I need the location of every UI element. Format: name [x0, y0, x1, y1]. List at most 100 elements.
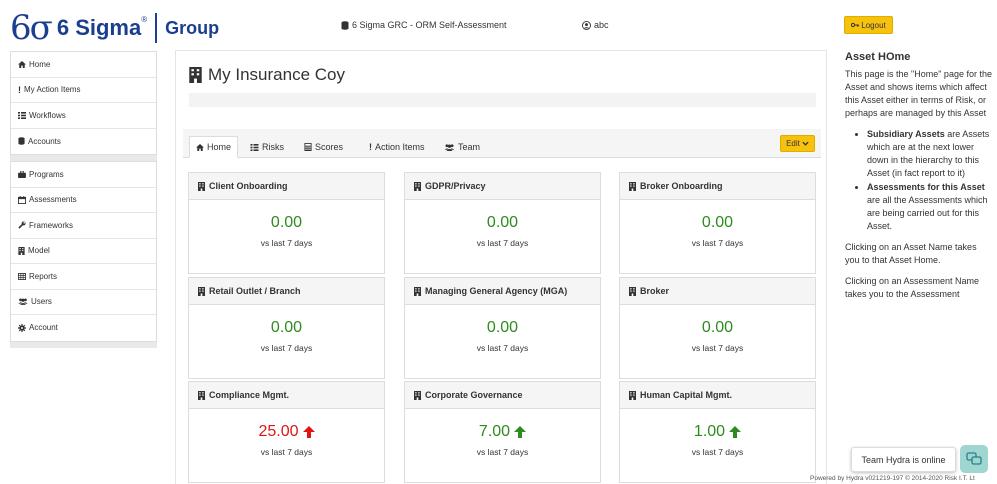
tab-home[interactable]: Home: [189, 136, 239, 158]
asset-card-broker[interactable]: Broker 0.00 vs last 7 days: [619, 277, 816, 379]
chat-launcher-button[interactable]: [960, 445, 988, 473]
table-icon: [18, 272, 26, 280]
building-icon: [198, 286, 205, 296]
user-menu[interactable]: abc: [582, 20, 609, 30]
sidebar-item-reports[interactable]: Reports: [11, 264, 156, 290]
sidebar-item-my-action-items[interactable]: ! My Action Items: [11, 78, 156, 103]
sidebar-group-main: Home ! My Action Items Workflows Account…: [10, 51, 157, 155]
arrow-up-icon: [729, 426, 742, 438]
database-icon: [341, 20, 349, 30]
building-icon: [198, 181, 205, 191]
card-header: Managing General Agency (MGA): [405, 278, 600, 305]
list-icon: [18, 111, 26, 119]
card-title[interactable]: Client Onboarding: [209, 181, 288, 191]
tab-action-items[interactable]: ! Action Items: [363, 136, 431, 158]
edit-dropdown-button[interactable]: Edit: [780, 135, 815, 152]
chevron-down-icon: [802, 141, 809, 146]
users-icon: [444, 143, 455, 151]
card-subtext: vs last 7 days: [691, 238, 744, 248]
calendar-icon: [18, 195, 26, 204]
sidebar-item-model[interactable]: Model: [11, 239, 156, 264]
card-title[interactable]: GDPR/Privacy: [425, 181, 486, 191]
asset-card-gdpr-privacy[interactable]: GDPR/Privacy 0.00 vs last 7 days: [404, 172, 601, 274]
sidebar: Home ! My Action Items Workflows Account…: [10, 51, 157, 348]
building-icon: [414, 390, 421, 400]
sidebar-item-account[interactable]: Account: [11, 315, 156, 341]
building-icon: [414, 286, 421, 296]
card-header: Human Capital Mgmt.: [620, 382, 815, 409]
card-subtext: vs last 7 days: [691, 447, 744, 457]
sidebar-item-frameworks[interactable]: Frameworks: [11, 213, 156, 239]
card-value: 0.00: [701, 319, 734, 336]
sidebar-item-home[interactable]: Home: [11, 52, 156, 78]
wrench-icon: [18, 221, 26, 229]
asset-card-corporate-governance[interactable]: Corporate Governance 7.00 vs last 7 days: [404, 381, 601, 483]
card-title[interactable]: Corporate Governance: [425, 390, 523, 400]
card-value: 1.00: [620, 423, 815, 441]
list-icon: [250, 143, 259, 151]
page-title: My Insurance Coy: [189, 65, 345, 85]
asset-card-broker-onboarding[interactable]: Broker Onboarding 0.00 vs last 7 days: [619, 172, 816, 274]
logo-word: 6 Sigma®: [56, 15, 148, 40]
card-subtext: vs last 7 days: [476, 447, 529, 457]
breadcrumb-bar: [189, 93, 816, 107]
sidebar-item-workflows[interactable]: Workflows: [11, 103, 156, 129]
app-title: 6 Sigma GRC - ORM Self-Assessment: [341, 20, 507, 30]
logout-button[interactable]: Logout: [844, 16, 893, 34]
card-title[interactable]: Broker: [640, 286, 669, 296]
main-panel: My Insurance Coy Home Risks Scores ! Act…: [175, 50, 827, 484]
gear-icon: [18, 323, 26, 332]
calculator-icon: [304, 143, 312, 151]
help-paragraph: Clicking on an Assessment Name takes you…: [845, 276, 980, 299]
help-list: Subsidiary Assets are Assets which are a…: [845, 128, 993, 233]
card-title[interactable]: Retail Outlet / Branch: [209, 286, 301, 296]
card-value: 0.00: [701, 214, 734, 231]
asset-card-retail-outlet-branch[interactable]: Retail Outlet / Branch 0.00 vs last 7 da…: [188, 277, 385, 379]
building-icon: [198, 390, 205, 400]
card-header: Retail Outlet / Branch: [189, 278, 384, 305]
card-value: 0.00: [486, 214, 519, 231]
arrow-up-icon: [302, 426, 315, 438]
briefcase-icon: [18, 170, 26, 178]
arrow-up-icon: [514, 426, 527, 438]
home-icon: [196, 143, 204, 151]
logo-mark: 6σ: [10, 8, 53, 48]
card-value: 0.00: [486, 319, 519, 336]
exclamation-icon: !: [18, 84, 21, 95]
card-value: 25.00: [189, 423, 384, 441]
card-title[interactable]: Broker Onboarding: [640, 181, 723, 191]
exclamation-icon: !: [369, 142, 372, 152]
tab-risks[interactable]: Risks: [244, 136, 290, 158]
card-title[interactable]: Compliance Mgmt.: [209, 390, 289, 400]
asset-card-mga[interactable]: Managing General Agency (MGA) 0.00 vs la…: [404, 277, 601, 379]
asset-card-client-onboarding[interactable]: Client Onboarding 0.00 vs last 7 days: [188, 172, 385, 274]
chat-icon: [966, 452, 982, 465]
tab-scores[interactable]: Scores: [298, 136, 349, 158]
building-icon: [18, 246, 25, 255]
logo-group: Group: [165, 17, 220, 38]
sidebar-item-accounts[interactable]: Accounts: [11, 129, 156, 155]
card-subtext: vs last 7 days: [476, 343, 529, 353]
chat-status-bubble[interactable]: Team Hydra is online: [851, 447, 956, 472]
asset-card-compliance-mgmt[interactable]: Compliance Mgmt. 25.00 vs last 7 days: [188, 381, 385, 483]
building-icon: [189, 67, 202, 83]
help-list-item: Assessments for this Asset are all the A…: [867, 181, 993, 233]
help-panel: Asset HOme This page is the "Home" page …: [845, 51, 993, 309]
building-icon: [629, 390, 636, 400]
card-header: Client Onboarding: [189, 173, 384, 200]
tab-team[interactable]: Team: [438, 136, 486, 158]
sidebar-footer-bar: [10, 341, 157, 348]
help-title: Asset HOme: [845, 51, 911, 63]
asset-card-human-capital-mgmt[interactable]: Human Capital Mgmt. 1.00 vs last 7 days: [619, 381, 816, 483]
tab-bar: Home Risks Scores ! Action Items Team Ed…: [183, 129, 821, 158]
card-header: Broker: [620, 278, 815, 305]
brand-logo[interactable]: 6σ 6 Sigma® Group: [10, 8, 219, 48]
sidebar-item-assessments[interactable]: Assessments: [11, 188, 156, 213]
help-intro: This page is the "Home" page for the Ass…: [845, 69, 992, 118]
sidebar-item-programs[interactable]: Programs: [11, 162, 156, 188]
help-paragraph: Clicking on an Asset Name takes you to t…: [845, 242, 977, 265]
sidebar-item-users[interactable]: Users: [11, 290, 156, 315]
card-subtext: vs last 7 days: [476, 238, 529, 248]
card-title[interactable]: Human Capital Mgmt.: [640, 390, 732, 400]
card-title[interactable]: Managing General Agency (MGA): [425, 286, 567, 296]
